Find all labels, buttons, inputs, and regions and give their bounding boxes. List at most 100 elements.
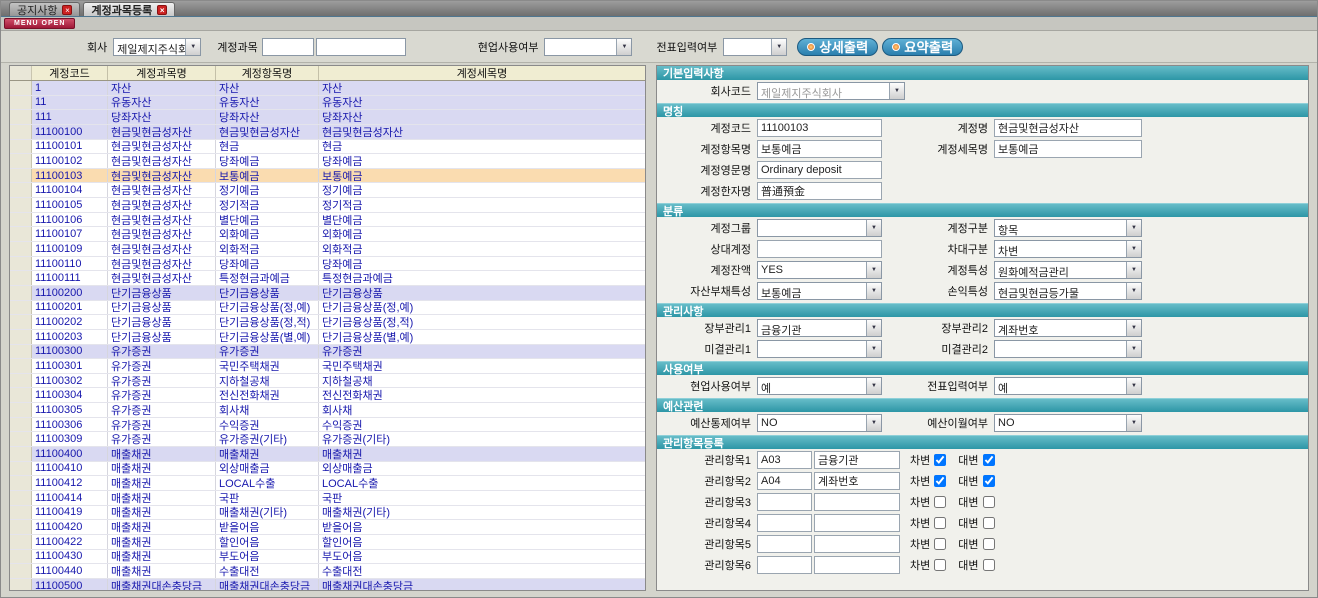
table-row[interactable]: 11유동자산유동자산유동자산	[10, 96, 645, 111]
table-row[interactable]: 11100102현금및현금성자산당좌예금당좌예금	[10, 154, 645, 169]
account-name-input[interactable]	[994, 119, 1142, 137]
close-icon[interactable]: ×	[62, 5, 72, 15]
table-row[interactable]: 11100410매출채권외상매출금외상매출금	[10, 462, 645, 477]
pending1-select[interactable]: ▼	[757, 340, 882, 358]
table-row[interactable]: 11100420매출채권받을어음받을어음	[10, 520, 645, 535]
debit-checkbox[interactable]	[934, 559, 946, 571]
account-group-select[interactable]: ▼	[757, 219, 882, 237]
mgmt-item-code-input[interactable]	[757, 451, 812, 469]
field-use-filter-select[interactable]: ▼	[544, 38, 632, 56]
credit-checkbox[interactable]	[983, 517, 995, 529]
mgmt-item-name-input[interactable]	[814, 451, 900, 469]
table-row[interactable]: 11100104현금및현금성자산정기예금정기예금	[10, 183, 645, 198]
table-row[interactable]: 11100202단기금융상품단기금융상품(정,적)단기금융상품(정,적)	[10, 315, 645, 330]
account-name-filter-input[interactable]	[316, 38, 406, 56]
english-name-input[interactable]	[757, 161, 882, 179]
table-cell: 부도어음	[319, 550, 645, 564]
table-row[interactable]: 11100109현금및현금성자산외화적금외화적금	[10, 242, 645, 257]
asset-liability-select[interactable]: 보통예금 ▼	[757, 282, 882, 300]
budget-carryover-select[interactable]: NO ▼	[994, 414, 1142, 432]
mgmt-item-code-input[interactable]	[757, 535, 812, 553]
account-balance-select[interactable]: YES ▼	[757, 261, 882, 279]
table-row[interactable]: 11100105현금및현금성자산정기적금정기적금	[10, 198, 645, 213]
table-row[interactable]: 11100110현금및현금성자산당좌예금당좌예금	[10, 257, 645, 272]
detail-print-button[interactable]: 상세출력	[797, 38, 878, 56]
mgmt-item-code-input[interactable]	[757, 472, 812, 490]
debit-checkbox[interactable]	[934, 517, 946, 529]
table-row[interactable]: 11100103현금및현금성자산보통예금보통예금	[10, 169, 645, 184]
table-row[interactable]: 11100101현금및현금성자산현금현금	[10, 140, 645, 155]
debit-checkbox[interactable]	[934, 496, 946, 508]
table-row[interactable]: 11100201단기금융상품단기금융상품(정,예)단기금융상품(정,예)	[10, 301, 645, 316]
mgmt-item-code-input[interactable]	[757, 556, 812, 574]
budget-control-select[interactable]: NO ▼	[757, 414, 882, 432]
table-row[interactable]: 11100309유가증권유가증권(기타)유가증권(기타)	[10, 432, 645, 447]
slip-input-select[interactable]: 예 ▼	[994, 377, 1142, 395]
mgmt-item-code-input[interactable]	[757, 493, 812, 511]
table-row[interactable]: 11100412매출채권LOCAL수출LOCAL수출	[10, 476, 645, 491]
table-row[interactable]: 11100440매출채권수출대전수출대전	[10, 564, 645, 579]
table-row[interactable]: 1자산자산자산	[10, 81, 645, 96]
counter-account-input[interactable]	[757, 240, 882, 258]
mgmt-item-name-input[interactable]	[814, 514, 900, 532]
table-row[interactable]: 11100107현금및현금성자산외화예금외화예금	[10, 227, 645, 242]
table-row[interactable]: 11100301유가증권국민주택채권국민주택채권	[10, 359, 645, 374]
table-row[interactable]: 11100414매출채권국판국판	[10, 491, 645, 506]
field-use-select[interactable]: 예 ▼	[757, 377, 882, 395]
table-row[interactable]: 11100305유가증권회사채회사채	[10, 403, 645, 418]
close-icon[interactable]: ×	[157, 5, 167, 15]
mgmt-item-name-input[interactable]	[814, 493, 900, 511]
credit-checkbox[interactable]	[983, 538, 995, 550]
table-row[interactable]: 11100430매출채권부도어음부도어음	[10, 550, 645, 565]
table-row[interactable]: 111당좌자산당좌자산당좌자산	[10, 110, 645, 125]
debit-checkbox[interactable]	[934, 475, 946, 487]
debit-checkbox[interactable]	[934, 538, 946, 550]
company-code-select[interactable]: 제일제지주식회사 ▼	[757, 82, 905, 100]
mgmt-item-code-input[interactable]	[757, 514, 812, 532]
menu-open-button[interactable]: MENU OPEN	[4, 18, 75, 29]
item-name-label: 계정항목명	[657, 141, 757, 157]
table-cell: 현금및현금성자산	[108, 154, 216, 168]
table-row[interactable]: 11100200단기금융상품단기금융상품단기금융상품	[10, 286, 645, 301]
hanja-name-input[interactable]	[757, 182, 882, 200]
table-row[interactable]: 11100419매출채권매출채권(기타)매출채권(기타)	[10, 506, 645, 521]
credit-checkbox[interactable]	[983, 454, 995, 466]
table-row[interactable]: 11100400매출채권매출채권매출채권	[10, 447, 645, 462]
table-row[interactable]: 11100111현금및현금성자산특정현금과예금특정현금과예금	[10, 271, 645, 286]
table-row[interactable]: 11100100현금및현금성자산현금및현금성자산현금및현금성자산	[10, 125, 645, 140]
ledger2-select[interactable]: 계좌번호 ▼	[994, 319, 1142, 337]
slip-input-filter-select[interactable]: ▼	[723, 38, 787, 56]
account-characteristic-select[interactable]: 원화예적금관리 ▼	[994, 261, 1142, 279]
mgmt-item-name-input[interactable]	[814, 472, 900, 490]
table-row[interactable]: 11100304유가증권전신전화채권전신전화채권	[10, 388, 645, 403]
credit-checkbox[interactable]	[983, 496, 995, 508]
summary-print-button[interactable]: 요약출력	[882, 38, 963, 56]
table-row[interactable]: 11100302유가증권지하철공채지하철공채	[10, 374, 645, 389]
tab-notice[interactable]: 공지사항 ×	[9, 2, 80, 16]
debit-checkbox[interactable]	[934, 454, 946, 466]
company-select[interactable]: 제일제지주식회사 ▼	[113, 38, 201, 56]
table-row[interactable]: 11100422매출채권할인어음할인어음	[10, 535, 645, 550]
mgmt-item-label: 관리항목1	[657, 452, 757, 468]
pending2-select[interactable]: ▼	[994, 340, 1142, 358]
account-code-input[interactable]	[757, 119, 882, 137]
table-row[interactable]: 11100500매출채권대손충당금매출채권대손충당금매출채권대손충당금	[10, 579, 645, 590]
tab-account-registration[interactable]: 계정과목등록 ×	[83, 2, 175, 16]
account-division-select[interactable]: 항목 ▼	[994, 219, 1142, 237]
table-row[interactable]: 11100300유가증권유가증권유가증권	[10, 345, 645, 360]
ledger1-select[interactable]: 금융기관 ▼	[757, 319, 882, 337]
table-row[interactable]: 11100203단기금융상품단기금융상품(별,예)단기금융상품(별,예)	[10, 330, 645, 345]
profit-loss-select[interactable]: 현금및현금등가물 ▼	[994, 282, 1142, 300]
account-code-filter-input[interactable]	[262, 38, 314, 56]
dc-division-select[interactable]: 차변 ▼	[994, 240, 1142, 258]
credit-checkbox[interactable]	[983, 475, 995, 487]
item-name-input[interactable]	[757, 140, 882, 158]
mgmt-item-name-input[interactable]	[814, 535, 900, 553]
table-cell: 유가증권	[108, 403, 216, 417]
detail-name-input[interactable]	[994, 140, 1142, 158]
credit-checkbox[interactable]	[983, 559, 995, 571]
table-row[interactable]: 11100306유가증권수익증권수익증권	[10, 418, 645, 433]
row-indicator	[10, 330, 32, 344]
mgmt-item-name-input[interactable]	[814, 556, 900, 574]
table-row[interactable]: 11100106현금및현금성자산별단예금별단예금	[10, 213, 645, 228]
